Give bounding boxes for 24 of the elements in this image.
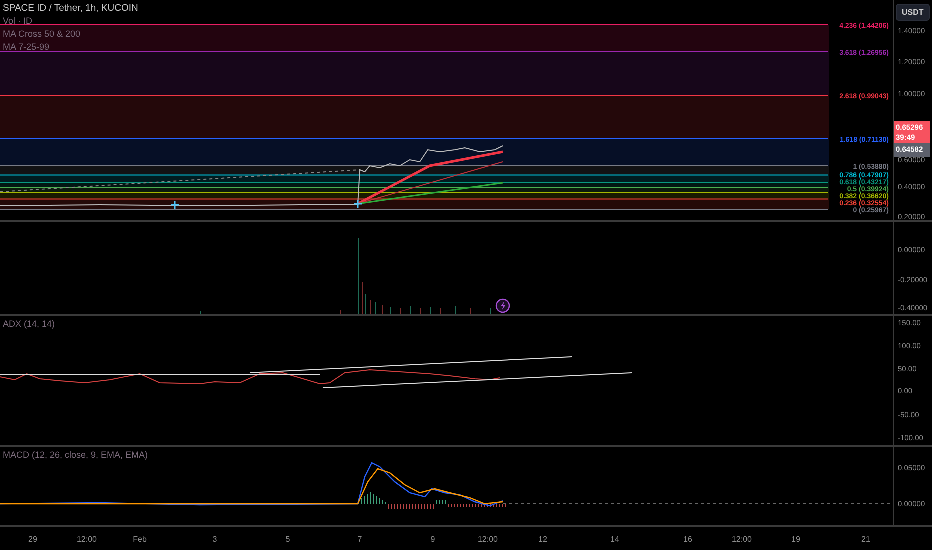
time-axis-label: 12 <box>538 535 548 544</box>
legend-text: ADX (14, 14) <box>3 319 56 330</box>
legend-text: MA 7-25-99 <box>3 42 51 53</box>
time-axis-label: 14 <box>610 535 620 544</box>
currency-button[interactable]: USDT <box>896 4 930 21</box>
lightning-icon <box>496 298 510 314</box>
time-axis-label: 5 <box>286 535 290 544</box>
time-axis-label: Feb <box>133 535 147 544</box>
time-axis-label: 7 <box>358 535 362 544</box>
time-axis-label: 12:00 <box>76 535 98 544</box>
time-axis-label: 29 <box>28 535 38 544</box>
legend-text: MA Cross 50 & 200 <box>3 29 82 40</box>
legend-text: SPACE ID / Tether, 1h, KUCOIN <box>3 3 138 14</box>
time-axis-label: 9 <box>430 535 436 544</box>
time-axis-label: 19 <box>792 535 800 544</box>
legend-text: Vol · ID <box>3 16 34 27</box>
legend-text: MACD (12, 26, close, 9, EMA, EMA) <box>3 450 148 461</box>
time-axis-label: 12:00 <box>478 535 498 544</box>
time-axis-label: 21 <box>862 535 870 544</box>
time-axis-label: 3 <box>212 535 218 544</box>
cross-marker-icon <box>353 199 363 209</box>
cross-marker-icon <box>170 200 180 210</box>
time-axis-label: 12:00 <box>732 535 752 544</box>
time-axis-label: 16 <box>684 535 692 544</box>
